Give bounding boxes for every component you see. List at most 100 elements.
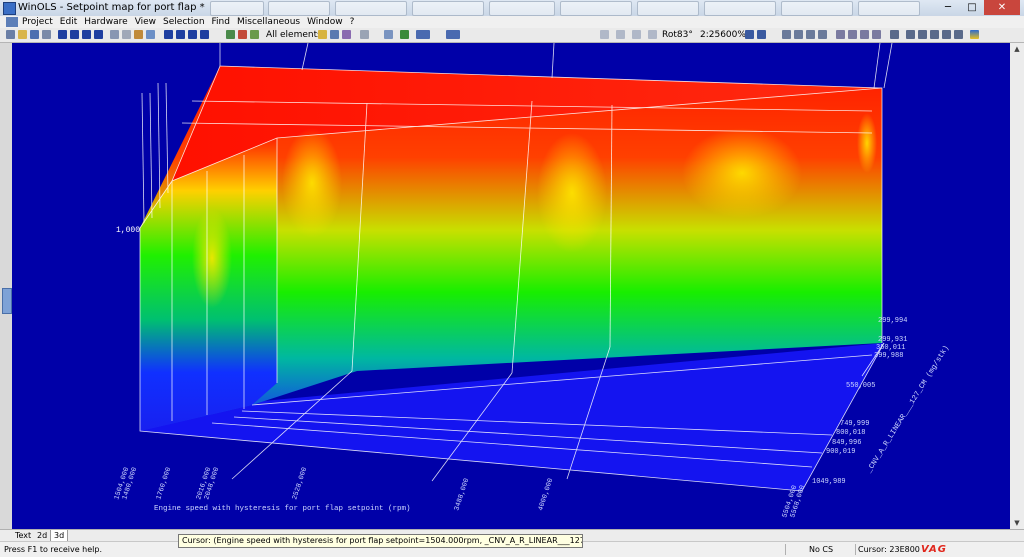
background-window-tab (412, 1, 484, 16)
selection-icon[interactable] (360, 30, 369, 39)
x-tick: 1760,000 (155, 466, 173, 500)
copy-icon[interactable] (122, 30, 131, 39)
map-up-icon[interactable] (188, 30, 197, 39)
color-scheme-icon[interactable] (970, 30, 979, 39)
width-16bit-icon[interactable] (848, 30, 857, 39)
document-icon[interactable] (6, 17, 18, 27)
add-icon[interactable] (890, 30, 899, 39)
y-tick: 299,994 (878, 317, 907, 325)
map-properties-icon[interactable] (110, 30, 119, 39)
next-map-icon[interactable] (82, 30, 91, 39)
status-separator (785, 544, 786, 555)
surface-plot: 1,000 1504,000 1480,000 1760,000 2016,00… (113, 43, 951, 519)
search-icon[interactable] (330, 30, 339, 39)
map-back-icon[interactable] (164, 30, 173, 39)
multiply-icon[interactable] (918, 30, 927, 39)
surface-highlight (282, 128, 342, 238)
elements-filter-dropdown[interactable]: All elements (266, 29, 322, 41)
watermark-logo: VAG (921, 544, 948, 555)
tab-text[interactable]: Text (12, 530, 34, 541)
y-tick: 849,996 (832, 439, 861, 447)
x-axis-title: Engine speed with hysteresis for port fl… (154, 505, 411, 513)
new-project-icon[interactable] (6, 30, 15, 39)
scroll-up-icon[interactable]: ▲ (1010, 43, 1024, 55)
arrow-left-icon[interactable] (600, 30, 609, 39)
edit-icon[interactable] (134, 30, 143, 39)
close-button[interactable]: ✕ (984, 0, 1020, 15)
element-select-icon[interactable] (250, 30, 259, 39)
filter-icon[interactable] (226, 30, 235, 39)
side-panel-toggle[interactable] (2, 288, 12, 314)
y-tick: 399,988 (874, 352, 903, 360)
background-window-tab (781, 1, 853, 16)
table-icon[interactable] (146, 30, 155, 39)
menu-miscellaneous[interactable]: Miscellaneous (237, 16, 300, 28)
hex-view-icon[interactable] (384, 30, 393, 39)
save-project-icon[interactable] (30, 30, 39, 39)
offset-selector-icon[interactable] (446, 30, 460, 39)
width-32bit-icon[interactable] (860, 30, 869, 39)
print-icon[interactable] (42, 30, 51, 39)
map-forward-icon[interactable] (176, 30, 185, 39)
hex-icon[interactable] (806, 30, 815, 39)
y-tick: 749,999 (840, 420, 869, 428)
vertical-scrollbar[interactable]: ▲ ▼ (1010, 43, 1024, 529)
maximize-button[interactable]: □ (960, 0, 984, 15)
values-icon[interactable] (782, 30, 791, 39)
tool-icon[interactable] (342, 30, 351, 39)
menu-window[interactable]: Window (307, 16, 343, 28)
width-8bit-icon[interactable] (836, 30, 845, 39)
window-controls: ─ □ ✕ (936, 0, 1020, 15)
checksum-icon[interactable] (954, 30, 963, 39)
zoom-readout: 2:25600% (700, 30, 746, 40)
first-map-icon[interactable] (58, 30, 67, 39)
arrow-right-icon[interactable] (616, 30, 625, 39)
width-selector-icon[interactable] (416, 30, 430, 39)
status-help-text: Press F1 to receive help. (4, 545, 103, 554)
toolbar: All elements Rot83° 2:25600% (0, 28, 1024, 43)
surface-highlight (857, 113, 877, 173)
y-axis-title: _CNV_A_R_LINEAR___127_CM (mg/stk) (865, 344, 951, 475)
arrow-up-icon[interactable] (632, 30, 641, 39)
x-tick: 3488,000 (453, 477, 471, 511)
status-checksum: No CS (809, 545, 834, 554)
background-window-tab (268, 1, 330, 16)
arrow-down-icon[interactable] (648, 30, 657, 39)
compare-icon[interactable] (400, 30, 409, 39)
y-tick: 1049,989 (812, 478, 846, 486)
menu-selection[interactable]: Selection (163, 16, 204, 28)
last-map-icon[interactable] (94, 30, 103, 39)
menu-hardware[interactable]: Hardware (84, 16, 127, 28)
tab-2d[interactable]: 2d (34, 530, 50, 541)
menu-edit[interactable]: Edit (60, 16, 77, 28)
map-3d-view[interactable]: 1,000 1504,000 1480,000 1760,000 2016,00… (12, 43, 1010, 529)
3d-view-icon[interactable] (745, 30, 754, 39)
scroll-down-icon[interactable]: ▼ (1010, 517, 1024, 529)
signed-icon[interactable] (818, 30, 827, 39)
menu-project[interactable]: Project (22, 16, 53, 28)
window-title: WinOLS - Setpoint map for port flap * (18, 2, 205, 13)
decimal-icon[interactable] (794, 30, 803, 39)
set-value-icon[interactable] (930, 30, 939, 39)
map-down-icon[interactable] (200, 30, 209, 39)
y-tick: 900,019 (826, 448, 855, 456)
z-axis-value-label: 1,000 (116, 226, 140, 235)
menu-find[interactable]: Find (212, 16, 230, 28)
reset-icon[interactable] (942, 30, 951, 39)
folder-icon[interactable] (318, 30, 327, 39)
minimize-button[interactable]: ─ (936, 0, 960, 15)
open-project-icon[interactable] (18, 30, 27, 39)
x-tick: 2528,000 (291, 466, 309, 500)
title-bar: WinOLS - Setpoint map for port flap * ─ … (0, 0, 1024, 16)
menu-help[interactable]: ? (350, 16, 355, 28)
percent-icon[interactable] (906, 30, 915, 39)
status-cursor: Cursor: 23E800 (858, 545, 920, 554)
grid-icon[interactable] (757, 30, 766, 39)
float-icon[interactable] (872, 30, 881, 39)
menu-view[interactable]: View (135, 16, 156, 28)
surface-highlight (537, 133, 607, 253)
winols-app-icon (3, 2, 16, 15)
view-mode-icon[interactable] (238, 30, 247, 39)
background-window-tab (489, 1, 555, 16)
previous-map-icon[interactable] (70, 30, 79, 39)
